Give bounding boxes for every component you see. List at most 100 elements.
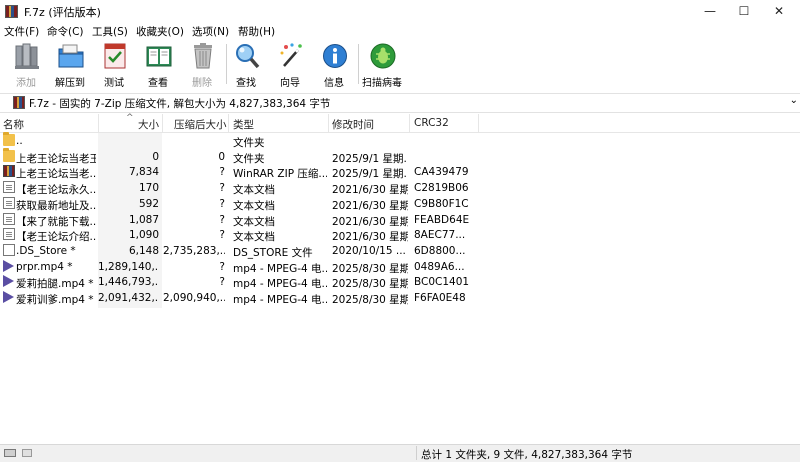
minimize-button[interactable]: — bbox=[693, 0, 727, 22]
menu-favorites[interactable]: 收藏夹(O) bbox=[136, 24, 184, 39]
archive-path: F.7z - 固实的 7-Zip 压缩文件, 解包大小为 4,827,383,3… bbox=[29, 98, 331, 110]
list-item[interactable]: prpr.mp4 * 1,289,140,... ? mp4 - MPEG-4 … bbox=[0, 259, 800, 275]
file-name: prpr.mp4 * bbox=[16, 260, 73, 273]
chevron-down-icon[interactable]: ⌄ bbox=[790, 95, 798, 106]
drive-icon bbox=[4, 449, 16, 457]
extract-to-button[interactable]: 解压到 bbox=[48, 42, 92, 89]
column-header: 名称 ^ 大小 压缩后大小 类型 修改时间 CRC32 bbox=[0, 113, 800, 133]
list-item[interactable]: 上老王论坛当老王 0 0 文件夹 2025/9/1 星期... bbox=[0, 147, 800, 165]
file-modified: 2020/10/15 ... bbox=[332, 244, 406, 257]
file-size: 6,148 bbox=[128, 244, 159, 257]
file-packed-size: ? bbox=[219, 276, 225, 289]
file-packed-size: 0 bbox=[218, 150, 225, 163]
file-crc: C2819B06 bbox=[414, 182, 469, 195]
file-crc: F6FA0E48 bbox=[414, 292, 466, 304]
column-divider bbox=[328, 114, 329, 132]
column-packed[interactable]: 压缩后大小 bbox=[174, 117, 227, 132]
text-file-icon bbox=[3, 181, 15, 194]
video-file-icon bbox=[3, 259, 14, 272]
title-bar: F.7z (评估版本) — ☐ ✕ bbox=[0, 0, 800, 22]
file-size: 7,834 bbox=[128, 166, 159, 179]
file-packed-size: 2,735,283,... bbox=[163, 244, 225, 257]
view-book-icon bbox=[146, 46, 172, 67]
trash-icon bbox=[194, 43, 212, 69]
menu-tools[interactable]: 工具(S) bbox=[92, 24, 128, 39]
file-packed-size: ? bbox=[219, 213, 225, 226]
file-crc: 8AEC77... bbox=[414, 229, 466, 242]
text-file-icon bbox=[3, 212, 15, 225]
column-divider bbox=[228, 114, 229, 132]
window-title: F.7z (评估版本) bbox=[24, 6, 101, 19]
column-size[interactable]: 大小 bbox=[138, 117, 159, 132]
column-name[interactable]: 名称 bbox=[3, 117, 24, 132]
test-button[interactable]: 测试 bbox=[92, 42, 136, 89]
file-size: 1,087 bbox=[128, 213, 159, 226]
file-icon bbox=[3, 243, 15, 256]
list-item[interactable]: 【老王论坛永久... 170 ? 文本文档 2021/6/30 星期... C2… bbox=[0, 180, 800, 196]
scan-virus-label: 扫描病毒 bbox=[362, 78, 402, 89]
address-bar[interactable]: F.7z - 固实的 7-Zip 压缩文件, 解包大小为 4,827,383,3… bbox=[0, 93, 800, 113]
column-divider bbox=[98, 114, 99, 132]
column-modified[interactable]: 修改时间 bbox=[332, 117, 374, 132]
list-item[interactable]: 上老王论坛当老... 7,834 ? WinRAR ZIP 压缩... 2025… bbox=[0, 164, 800, 180]
status-divider bbox=[416, 446, 417, 460]
text-file-icon bbox=[3, 228, 15, 241]
find-label: 查找 bbox=[236, 78, 256, 89]
bug-scan-icon bbox=[370, 43, 396, 69]
add-books-icon bbox=[15, 43, 39, 69]
list-item[interactable]: 【老王论坛介绍... 1,090 ? 文本文档 2021/6/30 星期... … bbox=[0, 227, 800, 243]
add-label: 添加 bbox=[16, 78, 36, 89]
file-crc: C9B80F1C bbox=[414, 197, 469, 210]
text-file-icon bbox=[3, 196, 15, 209]
file-size: 1,090 bbox=[128, 229, 159, 242]
file-packed-size: ? bbox=[219, 182, 225, 195]
close-button[interactable]: ✕ bbox=[762, 0, 796, 22]
file-crc: 0489A6... bbox=[414, 260, 465, 273]
wizard-button[interactable]: 向导 bbox=[268, 42, 312, 89]
file-crc: 6D8800... bbox=[414, 244, 466, 257]
maximize-button[interactable]: ☐ bbox=[727, 0, 761, 22]
folder-icon bbox=[3, 147, 15, 162]
magnifier-icon bbox=[236, 44, 260, 69]
file-name: 爱莉训爹.mp4 * bbox=[16, 294, 94, 306]
scan-virus-button[interactable]: 扫描病毒 bbox=[360, 42, 404, 89]
add-button[interactable]: 添加 bbox=[4, 42, 48, 89]
view-label: 查看 bbox=[148, 78, 168, 89]
menu-file[interactable]: 文件(F) bbox=[4, 24, 39, 39]
find-button[interactable]: 查找 bbox=[224, 42, 268, 89]
info-label: 信息 bbox=[324, 78, 344, 89]
menu-help[interactable]: 帮助(H) bbox=[238, 24, 275, 39]
column-divider bbox=[409, 114, 410, 132]
test-label: 测试 bbox=[104, 78, 124, 89]
archive-icon bbox=[13, 96, 25, 109]
column-crc[interactable]: CRC32 bbox=[414, 117, 449, 129]
list-item[interactable]: .DS_Store * 6,148 2,735,283,... DS_STORE… bbox=[0, 243, 800, 259]
file-packed-size: ? bbox=[219, 229, 225, 242]
winrar-zip-icon bbox=[3, 165, 15, 178]
file-packed-size: ? bbox=[219, 166, 225, 179]
delete-button[interactable]: 删除 bbox=[180, 42, 224, 89]
extract-folder-icon bbox=[58, 44, 84, 68]
list-item[interactable]: 爱莉训爹.mp4 * 2,091,432,... 2,090,940,... m… bbox=[0, 290, 800, 306]
column-type[interactable]: 类型 bbox=[233, 117, 254, 132]
menu-commands[interactable]: 命令(C) bbox=[47, 24, 84, 39]
file-size: 1,446,793,... bbox=[98, 276, 159, 289]
extract-to-label: 解压到 bbox=[55, 78, 85, 89]
file-size: 1,289,140,... bbox=[98, 260, 159, 273]
menu-options[interactable]: 选项(N) bbox=[192, 24, 229, 39]
file-modified: 2025/8/30 星期... bbox=[332, 294, 408, 306]
test-checklist-icon bbox=[104, 43, 126, 69]
wizard-wand-icon bbox=[280, 43, 302, 67]
list-item[interactable]: 获取最新地址及... 592 ? 文本文档 2021/6/30 星期... C9… bbox=[0, 196, 800, 212]
list-item[interactable]: 【来了就能下载... 1,087 ? 文本文档 2021/6/30 星期... … bbox=[0, 212, 800, 228]
file-crc: FEABD64E bbox=[414, 213, 470, 226]
list-item[interactable]: .. 文件夹 bbox=[0, 132, 800, 149]
list-item[interactable]: 爱莉拍腿.mp4 * 1,446,793,... ? mp4 - MPEG-4 … bbox=[0, 274, 800, 290]
info-button[interactable]: 信息 bbox=[312, 42, 356, 89]
menu-bar: 文件(F) 命令(C) 工具(S) 收藏夹(O) 选项(N) 帮助(H) bbox=[0, 22, 800, 40]
file-packed-size: 2,090,940,... bbox=[163, 292, 225, 304]
file-name: .DS_Store * bbox=[16, 244, 76, 257]
sort-ascending-icon: ^ bbox=[126, 113, 134, 123]
view-button[interactable]: 查看 bbox=[136, 42, 180, 89]
status-summary: 总计 1 文件夹, 9 文件, 4,827,383,364 字节 bbox=[421, 449, 633, 461]
